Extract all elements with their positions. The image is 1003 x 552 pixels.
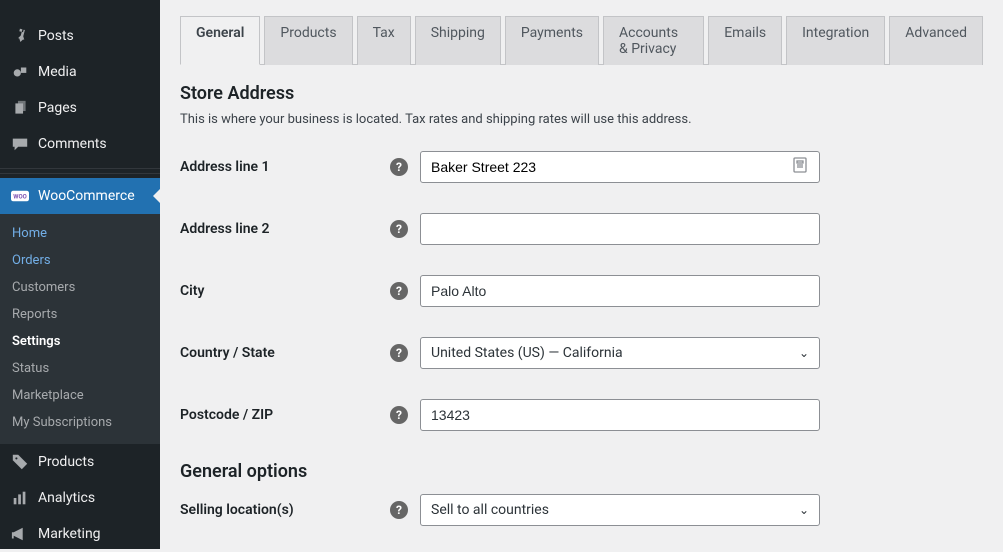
menu-comments[interactable]: Comments <box>0 126 160 162</box>
menu-label: WooCommerce <box>38 188 135 204</box>
help-icon[interactable]: ? <box>390 220 408 238</box>
row-postcode: Postcode / ZIP ? <box>180 399 983 431</box>
postcode-input[interactable] <box>420 399 820 431</box>
svg-text:WOO: WOO <box>13 193 27 200</box>
menu-separator <box>0 168 160 174</box>
submenu-settings[interactable]: Settings <box>0 328 160 355</box>
chevron-down-icon: ⌄ <box>799 503 809 517</box>
autofill-icon <box>791 157 809 177</box>
country-value: United States (US) — California <box>431 345 623 361</box>
row-city: City ? <box>180 275 983 307</box>
tab-advanced[interactable]: Advanced <box>889 16 983 65</box>
row-address1: Address line 1 ? <box>180 151 983 183</box>
menu-label: Marketing <box>38 526 101 542</box>
city-input[interactable] <box>420 275 820 307</box>
woocommerce-icon: WOO <box>10 186 30 206</box>
address1-wrap <box>420 151 820 183</box>
menu-label: Products <box>38 454 94 470</box>
main-content: General Products Tax Shipping Payments A… <box>160 0 1003 549</box>
submenu-home[interactable]: Home <box>0 220 160 247</box>
submenu-customers[interactable]: Customers <box>0 274 160 301</box>
submenu-orders[interactable]: Orders <box>0 247 160 274</box>
tab-emails[interactable]: Emails <box>708 16 782 65</box>
row-selling-location: Selling location(s) ? Sell to all countr… <box>180 494 983 526</box>
menu-posts[interactable]: Posts <box>0 18 160 54</box>
row-country: Country / State ? United States (US) — C… <box>180 337 983 369</box>
submenu-marketplace[interactable]: Marketplace <box>0 382 160 409</box>
pages-icon <box>10 98 30 118</box>
help-icon[interactable]: ? <box>390 406 408 424</box>
chevron-down-icon: ⌄ <box>799 346 809 360</box>
help-icon[interactable]: ? <box>390 501 408 519</box>
row-address2: Address line 2 ? <box>180 213 983 245</box>
tab-payments[interactable]: Payments <box>505 16 599 65</box>
help-icon[interactable]: ? <box>390 282 408 300</box>
chart-icon <box>10 488 30 508</box>
label-country: Country / State <box>180 345 390 361</box>
store-address-heading: Store Address <box>180 83 983 104</box>
submenu-reports[interactable]: Reports <box>0 301 160 328</box>
megaphone-icon <box>10 524 30 544</box>
submenu-my-subscriptions[interactable]: My Subscriptions <box>0 409 160 436</box>
settings-tabs: General Products Tax Shipping Payments A… <box>180 15 983 65</box>
selling-location-select[interactable]: Sell to all countries ⌄ <box>420 494 820 526</box>
selling-location-value: Sell to all countries <box>431 502 549 518</box>
menu-woocommerce[interactable]: WOO WooCommerce <box>0 178 160 214</box>
label-city: City <box>180 283 390 299</box>
tab-general[interactable]: General <box>180 16 260 65</box>
help-icon[interactable]: ? <box>390 158 408 176</box>
menu-pages[interactable]: Pages <box>0 90 160 126</box>
media-icon <box>10 62 30 82</box>
menu-analytics[interactable]: Analytics <box>0 480 160 516</box>
label-address2: Address line 2 <box>180 221 390 237</box>
menu-label: Media <box>38 64 77 80</box>
general-options-heading: General options <box>180 461 983 482</box>
menu-label: Analytics <box>38 490 95 506</box>
label-selling-location: Selling location(s) <box>180 502 390 518</box>
menu-products[interactable]: Products <box>0 444 160 480</box>
woocommerce-submenu: Home Orders Customers Reports Settings S… <box>0 214 160 444</box>
help-icon[interactable]: ? <box>390 344 408 362</box>
menu-label: Posts <box>38 28 74 44</box>
tab-tax[interactable]: Tax <box>357 16 411 65</box>
menu-label: Pages <box>38 100 77 116</box>
tab-shipping[interactable]: Shipping <box>415 16 501 65</box>
comments-icon <box>10 134 30 154</box>
menu-label: Comments <box>38 136 107 152</box>
submenu-status[interactable]: Status <box>0 355 160 382</box>
label-address1: Address line 1 <box>180 159 390 175</box>
tag-icon <box>10 452 30 472</box>
admin-sidebar: Posts Media Pages Comments WOO WooCommer… <box>0 0 160 549</box>
tab-products[interactable]: Products <box>264 16 352 65</box>
store-address-desc: This is where your business is located. … <box>180 112 983 127</box>
tab-integration[interactable]: Integration <box>786 16 885 65</box>
label-postcode: Postcode / ZIP <box>180 407 390 423</box>
pin-icon <box>10 26 30 46</box>
country-select[interactable]: United States (US) — California ⌄ <box>420 337 820 369</box>
tab-accounts-privacy[interactable]: Accounts & Privacy <box>603 16 704 65</box>
menu-media[interactable]: Media <box>0 54 160 90</box>
address2-input[interactable] <box>420 213 820 245</box>
address1-input[interactable] <box>431 153 791 181</box>
menu-marketing[interactable]: Marketing <box>0 516 160 552</box>
